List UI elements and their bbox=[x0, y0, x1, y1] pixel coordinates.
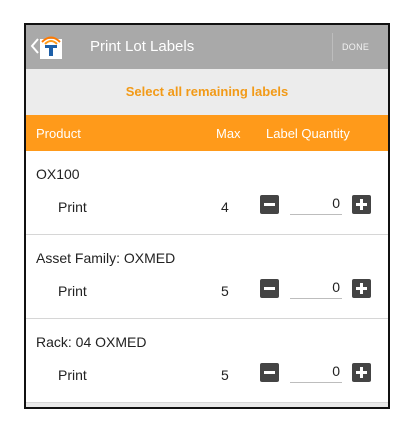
print-label: Print bbox=[58, 199, 87, 215]
chevron-left-icon[interactable] bbox=[30, 37, 40, 55]
appbar-divider bbox=[332, 33, 333, 61]
decrement-button[interactable] bbox=[260, 279, 279, 298]
column-header-label-quantity: Label Quantity bbox=[266, 126, 350, 141]
list-item: Asset Family: OXMED Print 5 bbox=[26, 235, 388, 319]
minus-icon bbox=[264, 203, 275, 206]
print-label: Print bbox=[58, 367, 87, 383]
app-logo-icon bbox=[40, 33, 62, 59]
select-all-remaining-link[interactable]: Select all remaining labels bbox=[126, 84, 289, 99]
decrement-button[interactable] bbox=[260, 195, 279, 214]
decrement-button[interactable] bbox=[260, 363, 279, 382]
increment-button[interactable] bbox=[352, 195, 371, 214]
plus-icon bbox=[356, 199, 367, 210]
max-value: 5 bbox=[221, 283, 229, 299]
select-all-bar: Select all remaining labels bbox=[26, 69, 388, 115]
max-value: 5 bbox=[221, 367, 229, 383]
label-quantity-input[interactable] bbox=[290, 191, 342, 215]
column-header-max: Max bbox=[216, 126, 241, 141]
list-bottom-strip bbox=[26, 403, 388, 407]
minus-icon bbox=[264, 371, 275, 374]
label-list: OX100 Print 4 Asset Family: OXMED Print … bbox=[26, 151, 388, 407]
increment-button[interactable] bbox=[352, 279, 371, 298]
product-name: Asset Family: OXMED bbox=[36, 250, 176, 266]
done-button[interactable]: DONE bbox=[342, 42, 369, 52]
increment-button[interactable] bbox=[352, 363, 371, 382]
product-name: OX100 bbox=[36, 166, 80, 182]
app-bar: Print Lot Labels DONE bbox=[26, 25, 388, 69]
plus-icon bbox=[356, 367, 367, 378]
product-name: Rack: 04 OXMED bbox=[36, 334, 147, 350]
app-screen: Print Lot Labels DONE Select all remaini… bbox=[24, 23, 390, 409]
label-quantity-input[interactable] bbox=[290, 359, 342, 383]
list-item: OX100 Print 4 bbox=[26, 151, 388, 235]
list-item: Rack: 04 OXMED Print 5 bbox=[26, 319, 388, 403]
label-quantity-input[interactable] bbox=[290, 275, 342, 299]
table-header: Product Max Label Quantity bbox=[26, 115, 388, 151]
page-title: Print Lot Labels bbox=[90, 38, 195, 55]
max-value: 4 bbox=[221, 199, 229, 215]
plus-icon bbox=[356, 283, 367, 294]
print-label: Print bbox=[58, 283, 87, 299]
column-header-product: Product bbox=[36, 126, 81, 141]
minus-icon bbox=[264, 287, 275, 290]
